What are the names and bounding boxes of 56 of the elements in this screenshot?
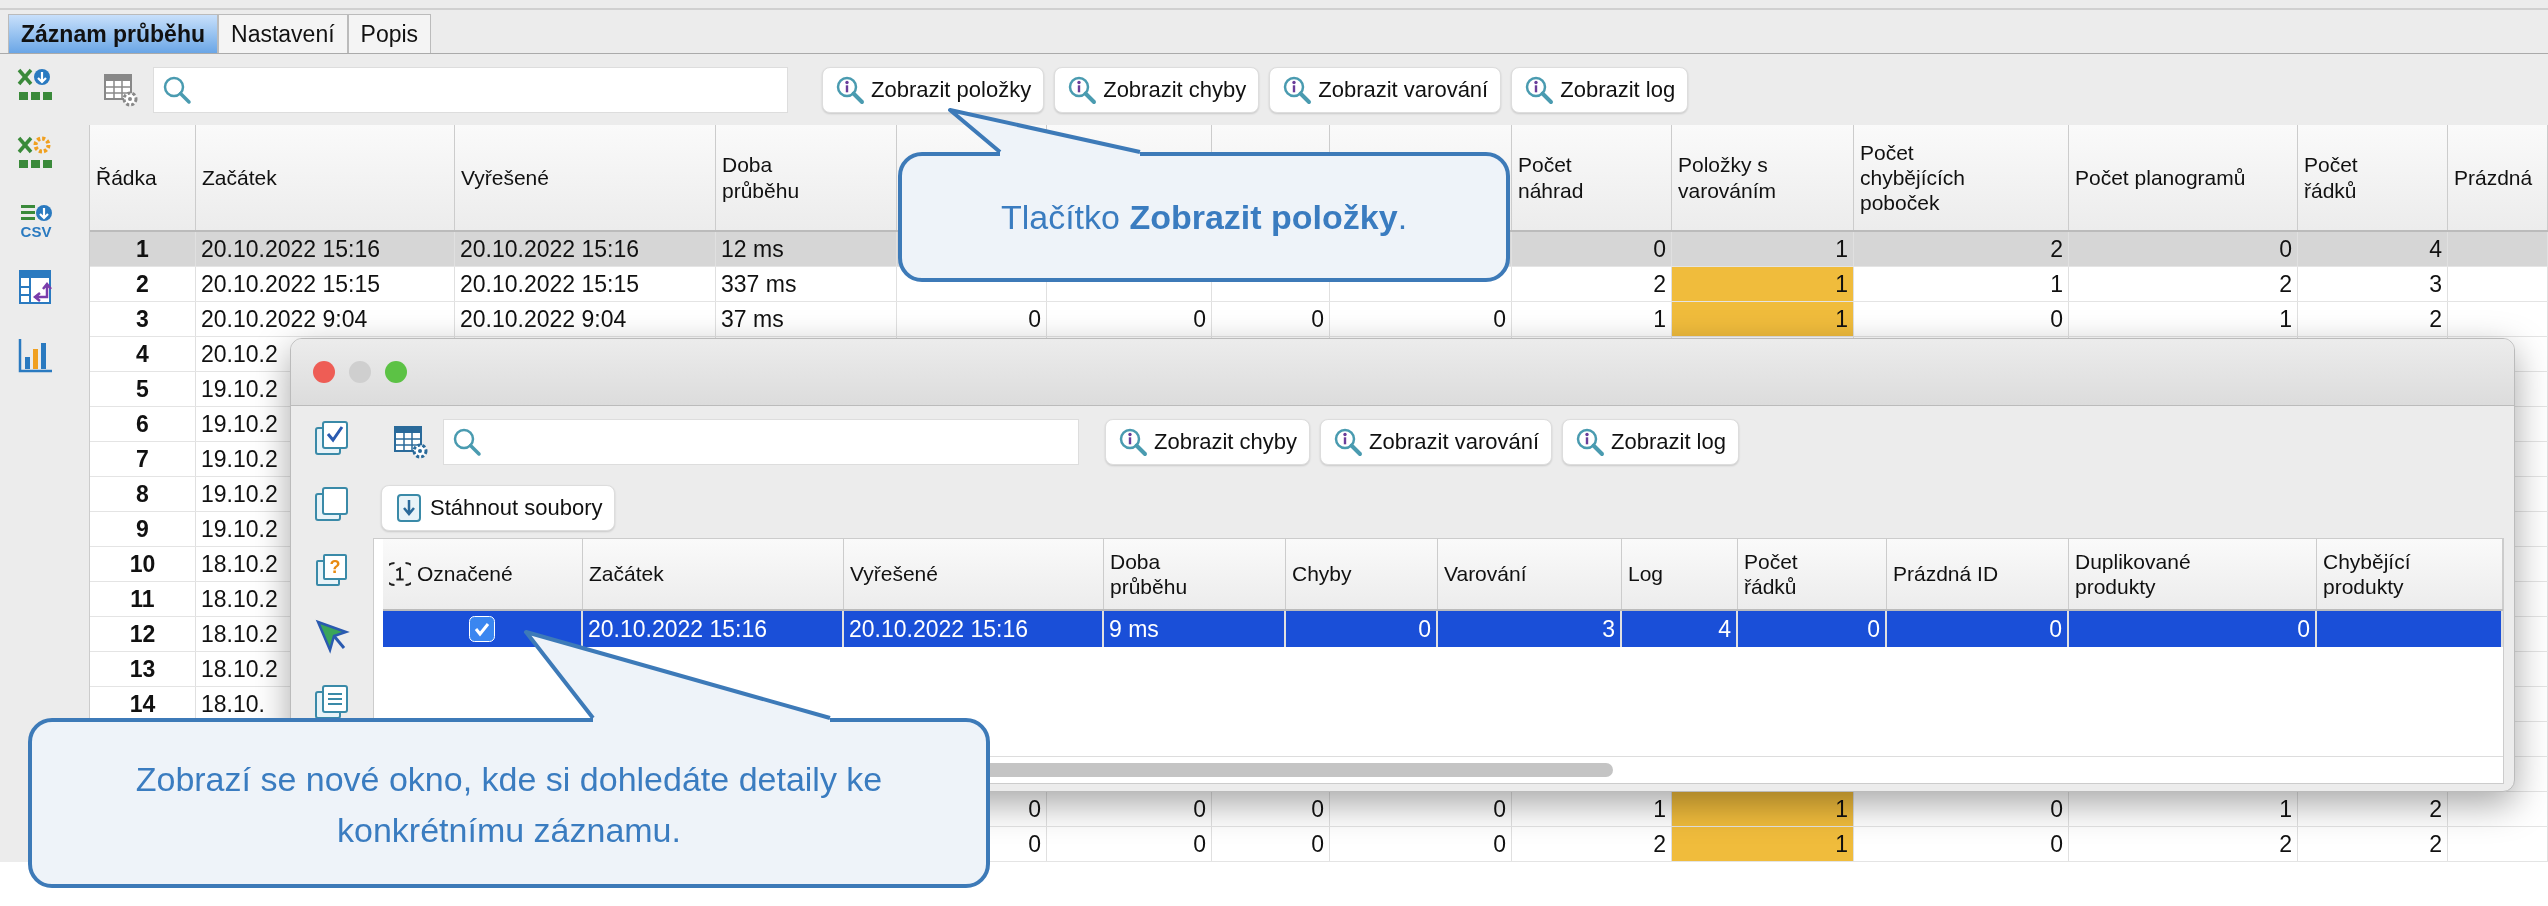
table-cell: 4 — [2298, 232, 2448, 266]
table-cell: 4 — [1622, 611, 1738, 647]
row-number: 10 — [90, 547, 196, 581]
row-number: 2 — [90, 267, 196, 301]
table-cell: 20.10.2022 9:04 — [196, 302, 455, 336]
table-cell: 20.10.2022 15:15 — [455, 267, 716, 301]
table-cell: 3 — [2298, 267, 2448, 301]
table-cell: 20.10.2022 9:04 — [455, 302, 716, 336]
row-number: 11 — [90, 582, 196, 616]
row-number: 8 — [90, 477, 196, 511]
table-cell: 2 — [1854, 232, 2069, 266]
table-cell: 337 ms — [716, 267, 897, 301]
table-cell: 0 — [897, 302, 1047, 336]
row-number: 4 — [90, 337, 196, 371]
table-cell: 1 — [1672, 267, 1854, 301]
table-cell: 0 — [1738, 611, 1887, 647]
table-cell: 1 — [1672, 792, 1854, 826]
table-cell: 0 — [1212, 827, 1330, 861]
table-cell: 20.10.2022 15:16 — [583, 611, 844, 647]
table-cell: 0 — [1047, 302, 1212, 336]
row-number: 6 — [90, 407, 196, 441]
table-cell: 2 — [2298, 302, 2448, 336]
table-cell: 12 ms — [716, 232, 897, 266]
table-cell: 0 — [2069, 232, 2298, 266]
table-cell: 0 — [1212, 302, 1330, 336]
row-number: 13 — [90, 652, 196, 686]
table-cell: 3 — [1438, 611, 1622, 647]
table-cell: 0 — [1854, 827, 2069, 861]
table-cell: 20.10.2022 15:16 — [455, 232, 716, 266]
table-cell: 2 — [2069, 267, 2298, 301]
row-number: 1 — [90, 232, 196, 266]
table-cell: 1 — [1672, 302, 1854, 336]
table-cell: 20.10.2022 15:16 — [196, 232, 455, 266]
row-number: 12 — [90, 617, 196, 651]
table-cell: 1 — [2069, 302, 2298, 336]
table-cell: 0 — [1286, 611, 1438, 647]
table-cell: 9 ms — [1104, 611, 1286, 647]
table-cell: 1 — [1854, 267, 2069, 301]
row-number: 3 — [90, 302, 196, 336]
table-cell: 1 — [1672, 232, 1854, 266]
table-cell: 2 — [2298, 827, 2448, 861]
table-cell: 20.10.2022 15:15 — [196, 267, 455, 301]
table-cell: 0 — [1047, 827, 1212, 861]
row-number: 5 — [90, 372, 196, 406]
table-cell: 2 — [2069, 827, 2298, 861]
row-number: 9 — [90, 512, 196, 546]
table-cell: 0 — [1330, 302, 1512, 336]
table-cell: 20.10.2022 15:16 — [844, 611, 1104, 647]
table-cell: 37 ms — [716, 302, 897, 336]
table-cell: 0 — [1887, 611, 2069, 647]
table-cell: 0 — [2069, 611, 2317, 647]
table-cell: 1 — [1672, 827, 1854, 861]
table-cell: 0 — [1512, 232, 1672, 266]
table-cell: 0 — [1330, 827, 1512, 861]
table-cell: 0 — [1854, 302, 2069, 336]
row-number: 7 — [90, 442, 196, 476]
